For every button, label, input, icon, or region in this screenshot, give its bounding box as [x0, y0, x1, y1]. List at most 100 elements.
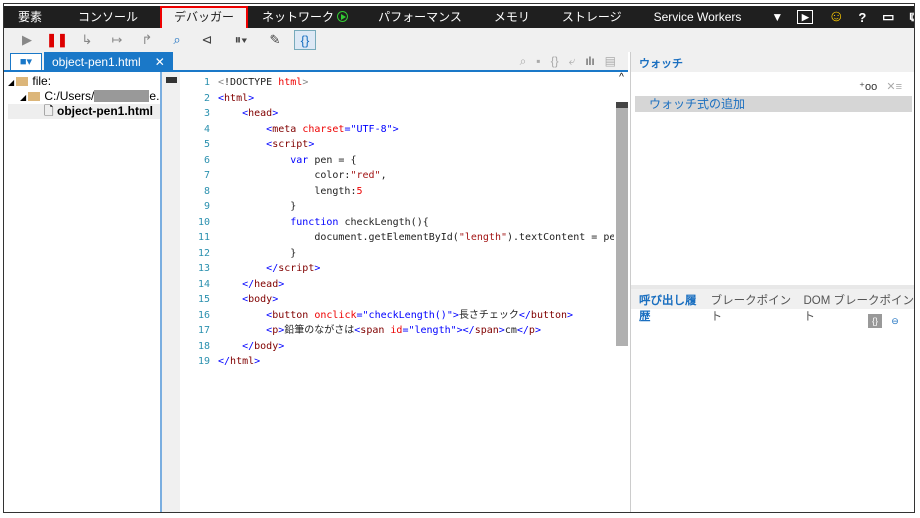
line-number[interactable]: 3 [180, 106, 210, 122]
code-token: "length" [458, 232, 507, 243]
line-number[interactable]: 18 [180, 339, 210, 355]
line-number[interactable]: 14 [180, 277, 210, 293]
line-number[interactable]: 16 [180, 308, 210, 324]
tab-performance[interactable]: パフォーマンス [362, 6, 478, 28]
step-over-icon[interactable]: ↦ [106, 30, 128, 50]
code-token: var [290, 154, 309, 166]
show-frames-icon[interactable]: ⊖ [888, 314, 902, 328]
code-line: 1 <!DOCTYPE html> [180, 75, 614, 91]
line-number[interactable]: 9 [180, 199, 210, 215]
line-number[interactable]: 12 [180, 246, 210, 262]
tab-storage[interactable]: ストレージ [546, 6, 638, 28]
tab-debugger[interactable]: デバッガー [160, 6, 249, 30]
line-number[interactable]: 2 [180, 91, 210, 107]
code-token: > [278, 340, 285, 352]
pretty-print-icon[interactable]: {} [551, 54, 559, 69]
save-icon[interactable]: ▪ [536, 54, 540, 69]
code-editor[interactable]: 1 <!DOCTYPE html> 2 <html> 3 <head> 4 <meta c… [180, 72, 614, 512]
clear-watch-icon[interactable]: ✕≡ [886, 81, 902, 93]
continue-icon[interactable]: ▶ [16, 30, 38, 50]
code-token: </ [218, 356, 231, 367]
word-wrap-icon[interactable]: ⤶ [569, 54, 576, 69]
tree-label-suffix: e. [149, 89, 160, 103]
vertical-scrollbar[interactable]: ^ [614, 72, 629, 512]
just-my-code-icon[interactable]: {} [868, 314, 882, 328]
line-number[interactable]: 17 [180, 323, 210, 339]
code-token: onclick [314, 309, 357, 321]
breakpoint-icon[interactable]: ⊲ [196, 30, 218, 50]
tab-breakpoints[interactable]: ブレークポイント [711, 292, 796, 323]
step-out-icon[interactable]: ↱ [136, 30, 158, 50]
code-line: 9 } [180, 199, 614, 215]
scroll-thumb[interactable] [616, 102, 628, 346]
code-token: > [534, 325, 541, 336]
line-number[interactable]: 15 [180, 292, 210, 308]
add-watch-icon[interactable]: ⁺oo [859, 81, 877, 93]
tab-network[interactable]: ネットワーク [248, 6, 362, 28]
tab-elements[interactable]: 要素 [4, 6, 56, 28]
tab-memory[interactable]: メモリ [478, 6, 546, 28]
tool-tabs: 要素 コンソール デバッガー ネットワーク パフォーマンス メモリ ストレージ … [4, 6, 914, 30]
line-number[interactable]: 13 [180, 261, 210, 277]
line-number[interactable]: 19 [180, 354, 210, 370]
tab-service-workers[interactable]: Service Workers [638, 6, 758, 28]
code-token: script [272, 139, 309, 150]
line-number[interactable]: 10 [180, 215, 210, 231]
code-token: script [278, 263, 315, 274]
code-token: ="checkLength()"> [356, 309, 459, 321]
tab-dom-breakpoints[interactable]: DOM ブレークポイント [803, 292, 914, 323]
disconnect-icon[interactable]: ✎ [264, 30, 286, 50]
line-number[interactable]: 8 [180, 184, 210, 200]
file-tab[interactable]: object-pen1.html ✕ [44, 52, 173, 72]
dock-icon[interactable]: ▭ [875, 9, 901, 25]
line-number[interactable]: 5 [180, 137, 210, 153]
code-token: } [218, 201, 297, 212]
profiler-icon[interactable]: ılı [585, 54, 594, 69]
code-token: ).textContent = pen.length [507, 232, 614, 243]
folder-icon[interactable]: ■▾ [10, 53, 42, 71]
help-icon[interactable]: ? [849, 10, 875, 25]
undock-icon[interactable]: ⧉ [901, 9, 914, 25]
breakpoint-gutter[interactable] [162, 72, 180, 512]
search-icon[interactable]: ⌕ [520, 54, 527, 69]
tree-node-folder[interactable]: ◢ C:/Users/e. [8, 89, 160, 104]
code-token: > [248, 92, 255, 104]
tree-node-root[interactable]: ◢ file: [8, 74, 160, 89]
line-number[interactable]: 7 [180, 168, 210, 184]
line-number[interactable]: 4 [180, 122, 210, 138]
step-into-icon[interactable]: ↳ [76, 30, 98, 50]
console-icon[interactable]: ▶ [797, 10, 814, 24]
break-icon[interactable]: ❚❚ [46, 30, 68, 50]
code-line: 3 <head> [180, 106, 614, 122]
code-line: 7 color:"red", [180, 168, 614, 184]
code-token: > [302, 77, 309, 88]
add-watch-button[interactable]: ウォッチ式の追加 [635, 96, 912, 112]
exception-icon[interactable]: ⏸▾ [226, 30, 256, 50]
code-token: function [290, 216, 339, 228]
code-token: body [254, 340, 279, 352]
more-tabs-icon[interactable]: ▼ [757, 6, 797, 28]
code-line: 19 </html> [180, 354, 614, 370]
find-icon[interactable]: ⌕ [166, 30, 188, 50]
smile-icon[interactable]: ☺ [823, 8, 849, 26]
line-number[interactable]: 1 [180, 75, 210, 91]
just-my-code-icon[interactable]: {} [294, 30, 316, 50]
close-tab-icon[interactable]: ✕ [155, 55, 165, 69]
code-token: cm [504, 325, 517, 336]
watch-header: ウォッチ [631, 52, 914, 72]
tree-node-file[interactable]: 🗋 object-pen1.html [8, 104, 160, 119]
scroll-up-icon[interactable]: ^ [614, 72, 629, 83]
code-token: , [380, 170, 387, 181]
line-number[interactable]: 11 [180, 230, 210, 246]
tree-label: file: [32, 74, 52, 88]
tab-callstack[interactable]: 呼び出し履歴 [639, 292, 703, 323]
tab-network-label: ネットワーク [262, 10, 335, 24]
line-number[interactable]: 6 [180, 153, 210, 169]
code-line: 4 <meta charset="UTF-8"> [180, 122, 614, 138]
current-line-marker-icon [166, 77, 177, 83]
source-map-icon[interactable]: ▤ [605, 54, 616, 69]
tab-console[interactable]: コンソール [56, 6, 160, 28]
